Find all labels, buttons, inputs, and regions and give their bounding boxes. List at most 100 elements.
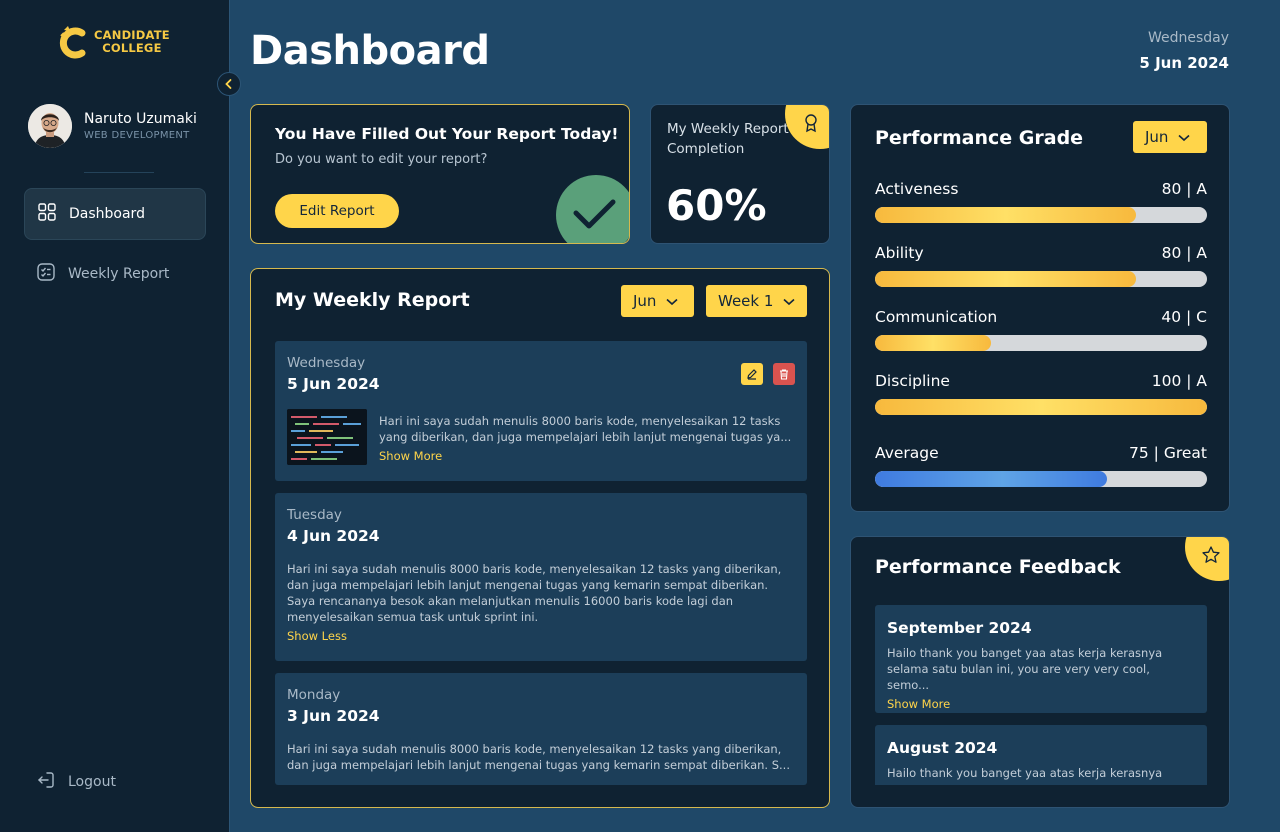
profile-name: Naruto Uzumaki: [84, 111, 197, 127]
award-icon: [802, 113, 820, 137]
current-date: Wednesday 5 Jun 2024: [1139, 30, 1229, 72]
grade-value: 80 | A: [1161, 180, 1207, 198]
report-item[interactable]: Wednesday 5 Jun 2024 Hari ini saya sudah…: [275, 341, 807, 481]
sidebar-item-label: Dashboard: [69, 206, 145, 222]
completion-label: My Weekly Report Completion: [667, 121, 789, 157]
feedback-text: Hailo thank you banget yaa atas kerja ke…: [887, 766, 1163, 780]
grade-progress-fill: [875, 207, 1136, 223]
pencil-icon: [746, 365, 758, 384]
sidebar-divider: [84, 172, 154, 173]
report-day: Monday: [287, 687, 341, 703]
report-item[interactable]: Tuesday 4 Jun 2024 Hari ini saya sudah m…: [275, 493, 807, 661]
performance-grade-title: Performance Grade: [875, 127, 1084, 149]
show-more-link[interactable]: Show More: [379, 449, 795, 463]
weekly-report-card: My Weekly Report Jun Week 1 Wednesday 5 …: [250, 268, 830, 808]
weekly-report-title: My Weekly Report: [275, 289, 470, 311]
grade-month-value: Jun: [1145, 128, 1169, 146]
avatar: [28, 104, 72, 148]
show-less-link[interactable]: Show Less: [287, 629, 795, 643]
show-more-link[interactable]: Show More: [887, 697, 1195, 711]
report-text: Hari ini saya sudah menulis 8000 baris k…: [379, 414, 792, 444]
logout-button[interactable]: Logout: [36, 770, 116, 794]
feedback-item[interactable]: September 2024 Hailo thank you banget ya…: [875, 605, 1207, 713]
grade-row-discipline: Discipline 100 | A: [875, 372, 1207, 415]
grade-value: 100 | A: [1151, 372, 1207, 390]
feedback-item[interactable]: August 2024 Hailo thank you banget yaa a…: [875, 725, 1207, 785]
logout-icon: [36, 770, 56, 794]
grade-progress-fill: [875, 271, 1136, 287]
grade-progress-bar: [875, 399, 1207, 415]
performance-feedback-card: Performance Feedback September 2024 Hail…: [850, 536, 1230, 808]
grade-label: Activeness: [875, 180, 959, 198]
trash-icon: [778, 365, 790, 384]
chevron-down-icon: [666, 292, 678, 310]
star-icon: [1201, 545, 1221, 569]
report-filled-title: You Have Filled Out Your Report Today!: [275, 125, 619, 143]
grade-progress-fill: [875, 399, 1207, 415]
report-thumbnail-image: [287, 409, 367, 465]
week-select[interactable]: Week 1: [706, 285, 807, 317]
grade-progress-bar: [875, 335, 1207, 351]
brand-logo[interactable]: CANDIDATE COLLEGE: [58, 24, 170, 60]
report-day: Wednesday: [287, 355, 366, 371]
performance-feedback-title: Performance Feedback: [875, 556, 1121, 578]
week-select-value: Week 1: [718, 292, 774, 310]
grade-month-select[interactable]: Jun: [1133, 121, 1207, 153]
edit-report-button[interactable]: Edit Report: [275, 194, 399, 228]
sidebar-collapse-button[interactable]: [217, 72, 241, 96]
chevron-left-icon: [223, 75, 235, 94]
feedback-month: August 2024: [887, 739, 998, 757]
report-date: 4 Jun 2024: [287, 527, 380, 545]
grade-value: 80 | A: [1161, 244, 1207, 262]
sidebar-item-dashboard[interactable]: Dashboard: [24, 188, 206, 240]
sidebar-item-label: Weekly Report: [68, 266, 170, 282]
grade-row-ability: Ability 80 | A: [875, 244, 1207, 287]
report-text: Hari ini saya sudah menulis 8000 baris k…: [287, 742, 790, 772]
profile-role: WEB DEVELOPMENT: [84, 130, 190, 141]
report-date: 3 Jun 2024: [287, 707, 380, 725]
grade-progress-bar: [875, 271, 1207, 287]
brand-line-2: COLLEGE: [102, 41, 162, 55]
feedback-text: Hailo thank you banget yaa atas kerja ke…: [887, 646, 1163, 692]
grade-label: Average: [875, 444, 939, 462]
edit-report-icon-button[interactable]: [741, 363, 763, 385]
grade-label: Ability: [875, 244, 924, 262]
grade-label: Communication: [875, 308, 998, 326]
grade-row-average: Average 75 | Great: [875, 444, 1207, 487]
performance-grade-card: Performance Grade Jun Activeness 80 | A A…: [850, 104, 1230, 512]
feedback-list[interactable]: September 2024 Hailo thank you banget ya…: [875, 605, 1207, 785]
report-date: 5 Jun 2024: [287, 375, 380, 393]
report-list[interactable]: Wednesday 5 Jun 2024 Hari ini saya sudah…: [275, 341, 807, 785]
month-select-value: Jun: [633, 292, 657, 310]
current-full-date: 5 Jun 2024: [1139, 54, 1229, 72]
grade-row-communication: Communication 40 | C: [875, 308, 1207, 351]
grade-progress-bar: [875, 207, 1207, 223]
report-filled-card: You Have Filled Out Your Report Today! D…: [250, 104, 630, 244]
chevron-down-icon: [783, 292, 795, 310]
current-day: Wednesday: [1147, 30, 1229, 46]
report-text: Hari ini saya sudah menulis 8000 baris k…: [287, 562, 782, 624]
user-profile: Naruto Uzumaki WEB DEVELOPMENT: [28, 104, 197, 148]
sidebar-item-weekly-report[interactable]: Weekly Report: [24, 248, 206, 300]
grade-value: 40 | C: [1161, 308, 1207, 326]
weekly-completion-card: My Weekly Report Completion 60%: [650, 104, 830, 244]
page-title: Dashboard: [250, 28, 490, 74]
check-icon: [556, 175, 629, 243]
average-progress-bar: [875, 471, 1207, 487]
average-progress-fill: [875, 471, 1108, 487]
grade-row-activeness: Activeness 80 | A: [875, 180, 1207, 223]
report-item[interactable]: Monday 3 Jun 2024 Hari ini saya sudah me…: [275, 673, 807, 785]
grade-label: Discipline: [875, 372, 950, 390]
report-filled-subtitle: Do you want to edit your report?: [275, 152, 488, 167]
month-select[interactable]: Jun: [621, 285, 694, 317]
feedback-month: September 2024: [887, 619, 1032, 637]
grade-value: 75 | Great: [1129, 444, 1207, 462]
grade-progress-fill: [875, 335, 992, 351]
chevron-down-icon: [1178, 128, 1190, 146]
report-day: Tuesday: [287, 507, 342, 523]
sidebar: CANDIDATE COLLEGE Naruto Uzumaki WEB DEV…: [0, 0, 230, 832]
brand-mark-icon: [58, 24, 90, 60]
completion-value: 60%: [666, 181, 767, 230]
delete-report-icon-button[interactable]: [773, 363, 795, 385]
grid-icon: [37, 202, 57, 226]
